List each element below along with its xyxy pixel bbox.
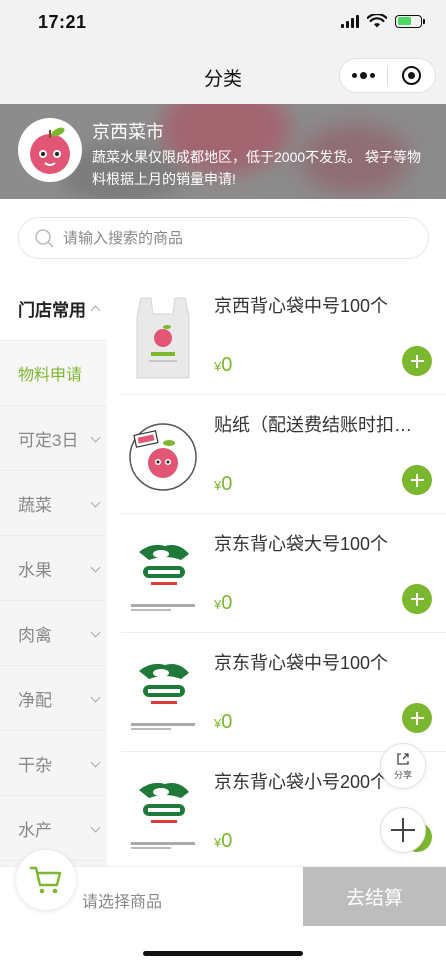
- jd-bag-icon: [131, 544, 195, 611]
- shop-logo: [18, 118, 82, 182]
- jd-bag-icon: [131, 663, 195, 730]
- chevron-down-icon: [90, 822, 101, 833]
- sticker-icon: [129, 423, 197, 491]
- sidebar-item-prepared[interactable]: 净配: [0, 666, 107, 731]
- chevron-down-icon: [90, 757, 101, 768]
- add-to-cart-button[interactable]: [402, 465, 432, 495]
- shop-notice: 蔬菜水果仅限成都地区，低于2000不发货。 袋子等物料根据上月的销量申请!: [92, 149, 422, 187]
- product-name: 京西背心袋中号100个: [214, 296, 389, 316]
- battery-icon: [395, 14, 425, 28]
- close-miniprogram-icon[interactable]: [388, 59, 435, 92]
- search-box[interactable]: [18, 217, 429, 259]
- product-name: 京东背心袋中号100个: [214, 653, 389, 673]
- plus-icon[interactable]: [380, 807, 426, 853]
- product-item[interactable]: 京东背心袋中号100个 ¥0: [121, 633, 446, 752]
- product-price: ¥0: [214, 830, 233, 852]
- chevron-down-icon: [90, 692, 101, 703]
- sidebar-item-label: 门店常用: [18, 300, 86, 320]
- share-label: 分享: [393, 770, 412, 780]
- sidebar-item-label: 水产: [18, 820, 52, 840]
- sidebar-item-material-request[interactable]: 物料申请: [0, 341, 107, 406]
- sidebar-item-preorder-3-days[interactable]: 可定3日: [0, 406, 107, 471]
- share-icon: [397, 753, 409, 765]
- sidebar-item-label: 物料申请: [18, 367, 83, 384]
- product-price: ¥0: [214, 354, 233, 376]
- product-item[interactable]: 贴纸（配送费结账时扣… ¥0: [121, 395, 446, 514]
- search-input[interactable]: [63, 229, 403, 247]
- sidebar-item-label: 肉禽: [18, 625, 52, 645]
- sidebar-item-meat-poultry[interactable]: 肉禽: [0, 601, 107, 666]
- chevron-up-icon: [90, 305, 101, 316]
- add-to-cart-button[interactable]: [402, 346, 432, 376]
- wifi-icon: [367, 14, 387, 28]
- chevron-down-icon: [90, 432, 101, 443]
- jd-bag-icon: [131, 782, 195, 849]
- status-icons: [341, 14, 425, 28]
- search-area: [0, 199, 446, 276]
- share-button[interactable]: 分享: [380, 743, 426, 789]
- cart-hint: 请选择商品: [82, 894, 163, 911]
- product-price: ¥0: [214, 473, 233, 495]
- nav-bar: 分类: [0, 46, 446, 104]
- chevron-down-icon: [90, 627, 101, 638]
- cart-button[interactable]: [16, 850, 76, 910]
- chevron-down-icon: [90, 562, 101, 573]
- add-to-cart-button[interactable]: [402, 703, 432, 733]
- shop-banner: 京西菜市 蔬菜水果仅限成都地区，低于2000不发货。 袋子等物料根据上月的销量申…: [0, 104, 446, 199]
- signal-icon: [341, 14, 359, 28]
- more-icon[interactable]: [340, 59, 387, 92]
- sidebar-item-label: 净配: [18, 690, 52, 710]
- product-item[interactable]: 京东背心袋大号100个 ¥0: [121, 514, 446, 633]
- search-icon: [35, 229, 54, 248]
- product-price: ¥0: [214, 592, 233, 614]
- sidebar-item-store-common[interactable]: 门店常用: [0, 276, 107, 341]
- cart-icon: [29, 866, 62, 894]
- sidebar-item-fruit[interactable]: 水果: [0, 536, 107, 601]
- category-sidebar: 门店常用 物料申请 可定3日 蔬菜 水果 肉禽 净配 干杂 水产: [0, 276, 107, 866]
- sidebar-item-label: 水果: [18, 560, 52, 580]
- sidebar-item-label: 可定3日: [18, 430, 79, 450]
- checkout-button[interactable]: 去结算: [303, 867, 446, 926]
- product-price: ¥0: [214, 711, 233, 733]
- sidebar-item-vegetables[interactable]: 蔬菜: [0, 471, 107, 536]
- shop-name: 京西菜市: [92, 122, 164, 142]
- home-indicator: [143, 951, 303, 956]
- sidebar-item-label: 蔬菜: [18, 495, 52, 515]
- add-to-cart-button[interactable]: [402, 584, 432, 614]
- cart-bar: 请选择商品 去结算: [0, 850, 446, 966]
- bag-icon: [136, 297, 190, 379]
- sidebar-item-dry-goods[interactable]: 干杂: [0, 731, 107, 796]
- chevron-down-icon: [90, 497, 101, 508]
- sidebar-item-label: 干杂: [18, 755, 52, 775]
- product-name: 贴纸（配送费结账时扣…: [214, 415, 412, 435]
- status-bar: 17:21: [0, 0, 446, 46]
- product-name: 京东背心袋大号100个: [214, 534, 389, 554]
- product-item[interactable]: 京西背心袋中号100个 ¥0: [121, 276, 446, 395]
- status-time: 17:21: [38, 12, 87, 32]
- miniprogram-capsule: [339, 58, 436, 93]
